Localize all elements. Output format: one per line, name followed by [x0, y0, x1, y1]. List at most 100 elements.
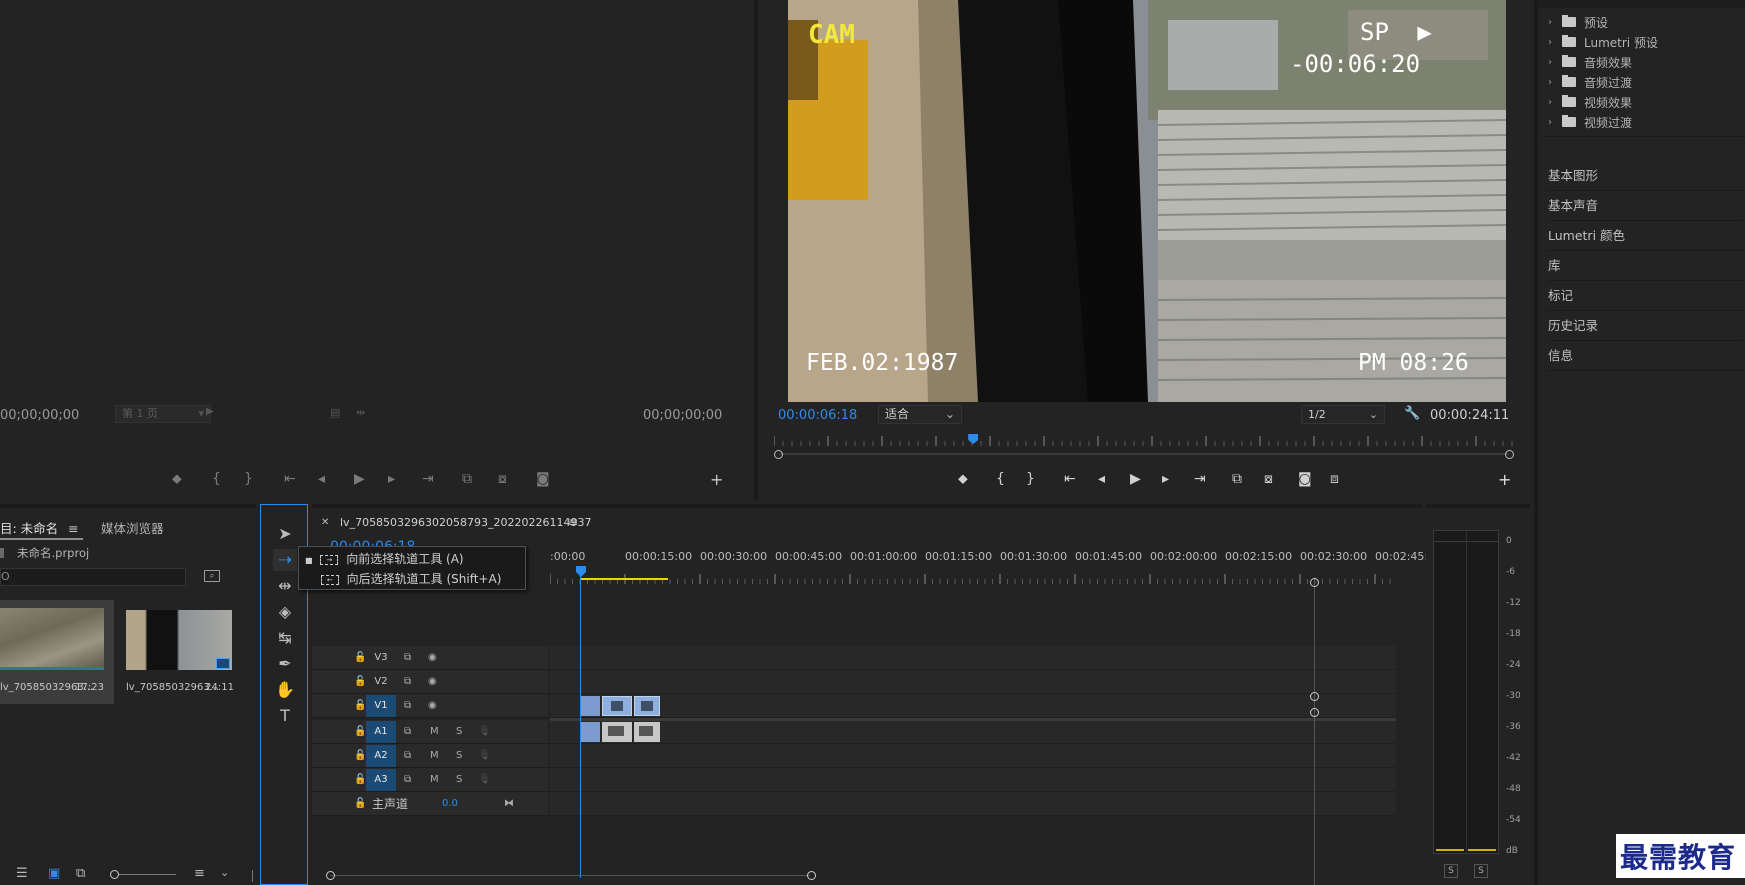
add-button-icon[interactable]: + — [1498, 470, 1511, 489]
razor-tool-icon[interactable]: ◈ — [273, 601, 297, 623]
mark-out-icon[interactable]: } — [1026, 471, 1035, 487]
overwrite-icon[interactable]: ⧇ — [498, 471, 507, 487]
master-volume-value[interactable]: 0.0 — [442, 792, 458, 816]
go-to-out-icon[interactable]: ⇥ — [422, 471, 434, 487]
mark-in-icon[interactable]: { — [212, 471, 221, 487]
source-timecode-left[interactable]: 00;00;00;00 — [0, 408, 79, 423]
sync-lock-icon[interactable]: ⧉ — [404, 670, 411, 694]
effects-folder-item[interactable]: › 视频效果 — [1548, 92, 1632, 112]
work-area-bar[interactable] — [580, 578, 668, 580]
solo-button[interactable]: S — [456, 744, 462, 768]
step-back-icon[interactable]: ◂ — [318, 471, 325, 487]
microphone-icon[interactable]: 🎙 — [478, 744, 491, 768]
chevron-right-icon[interactable]: › — [1548, 37, 1562, 48]
mute-button[interactable]: M — [430, 768, 439, 792]
export-frame-icon[interactable]: ◙ — [1298, 471, 1312, 487]
lock-icon[interactable]: 🔓 — [354, 768, 366, 792]
solo-right-button[interactable]: S — [1474, 864, 1488, 878]
track-target-a2[interactable]: A2 — [366, 745, 396, 767]
solo-left-button[interactable]: S — [1444, 864, 1458, 878]
side-panel-item[interactable]: 历史记录 — [1548, 311, 1743, 341]
mark-in-icon[interactable]: { — [996, 471, 1005, 487]
lock-icon[interactable]: 🔓 — [354, 646, 366, 670]
track-target-a3[interactable]: A3 — [366, 769, 396, 791]
program-current-time[interactable]: 00:00:06:18 — [778, 408, 857, 423]
effects-folder-item[interactable]: › Lumetri 预设 — [1548, 32, 1658, 52]
sync-lock-icon[interactable]: ⧉ — [404, 768, 411, 792]
effects-folder-item[interactable]: › 预设 — [1548, 12, 1608, 32]
tab-media-browser[interactable]: 媒体浏览器 — [101, 518, 164, 537]
sync-lock-icon[interactable]: ⧉ — [404, 744, 411, 768]
project-search-input[interactable]: O — [0, 568, 186, 586]
step-back-icon[interactable]: ◂ — [1098, 471, 1105, 487]
side-panel-item[interactable]: Lumetri 颜色 — [1548, 221, 1743, 251]
tooltip-item-forward[interactable]: ■ → 向前选择轨道工具 (A) — [305, 550, 464, 568]
sequence-menu-icon[interactable]: ≡ — [568, 515, 578, 529]
lock-icon[interactable]: 🔓 — [354, 720, 366, 744]
mute-button[interactable]: M — [430, 744, 439, 768]
zoom-slider[interactable] — [110, 870, 176, 880]
mark-out-icon[interactable]: } — [244, 471, 253, 487]
solo-button[interactable]: S — [456, 720, 462, 744]
go-to-in-icon[interactable]: ⇤ — [1064, 471, 1076, 487]
fit-select[interactable]: 适合 ⌄ — [878, 405, 962, 424]
lift-icon[interactable]: ⧉ — [1232, 471, 1242, 487]
pen-tool-icon[interactable]: ✒ — [273, 653, 297, 675]
microphone-icon[interactable]: 🎙 — [478, 768, 491, 792]
add-marker-icon[interactable]: ⬥ — [958, 471, 968, 487]
audio-clip[interactable] — [580, 722, 600, 742]
chevron-right-icon[interactable]: › — [1548, 77, 1562, 88]
side-panel-item[interactable]: 基本声音 — [1548, 191, 1743, 221]
eye-icon[interactable]: ◉ — [428, 670, 437, 694]
close-icon[interactable]: ✕ — [321, 517, 329, 528]
timeline-horizontal-scrollbar[interactable] — [326, 871, 816, 881]
step-forward-icon[interactable]: ▸ — [388, 471, 395, 487]
track-lane-v2[interactable] — [550, 670, 1396, 694]
track-target-a1[interactable]: A1 — [366, 721, 396, 743]
list-view-icon[interactable]: ☰ — [16, 866, 28, 881]
timeline-vertical-scrollbar[interactable] — [1310, 578, 1320, 885]
track-select-tool-icon[interactable]: ⇢ — [273, 549, 297, 571]
video-clip[interactable] — [580, 696, 600, 716]
side-panel-item[interactable]: 库 — [1548, 251, 1743, 281]
audio-clip[interactable] — [602, 722, 632, 742]
video-clip[interactable] — [602, 696, 632, 716]
track-lane-a1[interactable] — [550, 720, 1396, 744]
wrench-icon[interactable]: 🔧 — [1404, 406, 1420, 421]
audio-clip[interactable] — [634, 722, 660, 742]
sort-icon[interactable]: ≡ — [194, 866, 205, 881]
play-icon[interactable]: ▶ — [354, 471, 365, 487]
tab-project[interactable]: 目: 未命名 ≡ — [0, 518, 83, 540]
play-icon[interactable]: ▶ — [1130, 471, 1141, 487]
effects-folder-item[interactable]: › 音频效果 — [1548, 52, 1632, 72]
solo-button[interactable]: S — [456, 768, 462, 792]
resolution-select[interactable]: 1/2 ⌄ — [1301, 405, 1385, 424]
icon-view-icon[interactable]: ▣ — [48, 866, 60, 881]
eye-icon[interactable]: ◉ — [428, 694, 437, 718]
chevron-right-icon[interactable]: › — [1548, 57, 1562, 68]
eye-icon[interactable]: ◉ — [428, 646, 437, 670]
mute-button[interactable]: M — [430, 720, 439, 744]
project-clip-item[interactable]: lv_70585032963... 17:23 — [0, 600, 114, 704]
tooltip-item-backward[interactable]: ← 向后选择轨道工具 (Shift+A) — [305, 570, 501, 588]
effects-search-bar[interactable] — [1538, 0, 1745, 8]
effects-folder-item[interactable]: › 音频过渡 — [1548, 72, 1632, 92]
freeform-view-icon[interactable]: ⧉ — [76, 866, 85, 881]
export-frame-small-icon[interactable]: ▤ — [330, 406, 340, 419]
play-forward-small-icon[interactable]: ▶ — [206, 406, 214, 417]
source-timecode-right[interactable]: 00;00;00;00 — [643, 408, 722, 423]
extract-icon[interactable]: ⧇ — [1264, 471, 1273, 487]
sync-lock-icon[interactable]: ⧉ — [404, 646, 411, 670]
type-tool-icon[interactable]: T — [273, 705, 297, 727]
add-button-icon[interactable]: + — [710, 470, 723, 489]
add-marker-icon[interactable]: ⬥ — [172, 471, 182, 487]
ripple-edit-tool-icon[interactable]: ⇹ — [273, 575, 297, 597]
safe-margins-small-icon[interactable]: ⇹ — [356, 406, 365, 419]
compare-view-icon[interactable]: ⧈ — [1330, 471, 1339, 487]
source-page-select[interactable]: 第 1 页 ▾ — [115, 405, 211, 423]
effects-folder-item[interactable]: › 视频过渡 — [1548, 112, 1632, 132]
sync-lock-icon[interactable]: ⧉ — [404, 694, 411, 718]
track-lane-a2[interactable] — [550, 744, 1396, 768]
video-clip[interactable] — [634, 696, 660, 716]
zoom-scrollbar[interactable] — [774, 450, 1514, 459]
